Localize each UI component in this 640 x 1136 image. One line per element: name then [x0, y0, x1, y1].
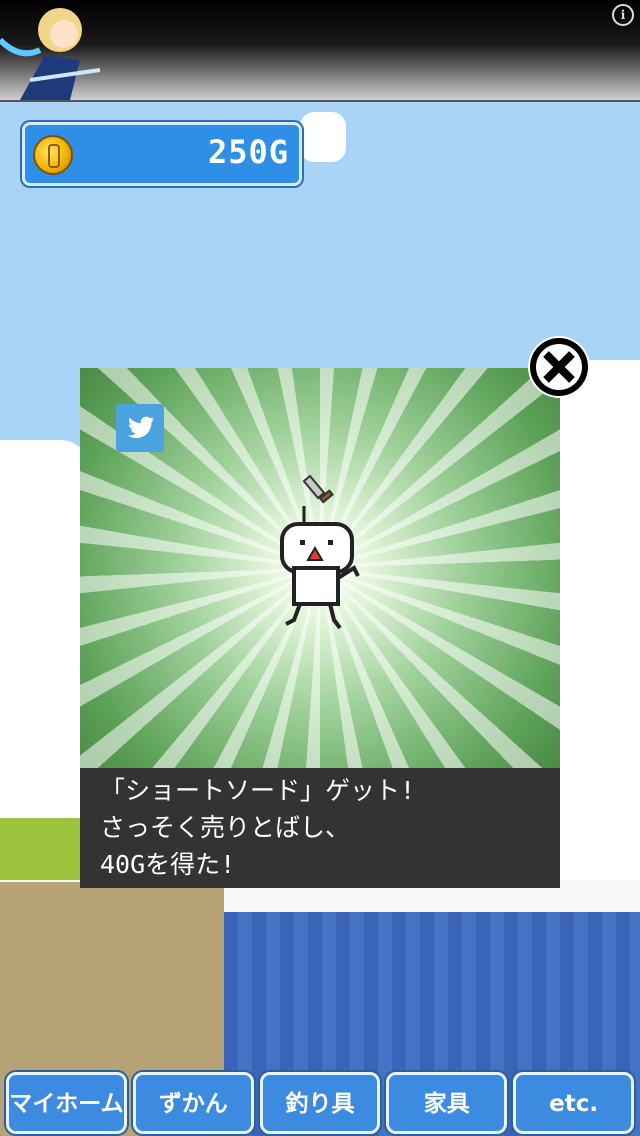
- close-x-icon: [530, 338, 588, 396]
- ad-character-image: [0, 8, 101, 100]
- cloud: [300, 112, 346, 162]
- nav-fishing-gear-button[interactable]: 釣り具: [259, 1072, 381, 1134]
- twitter-share-button[interactable]: [116, 404, 164, 452]
- caption-line: 「ショートソード」ゲット!: [100, 776, 416, 805]
- ad-info-icon[interactable]: i: [612, 4, 634, 26]
- caption-line: 40Gを得た!: [100, 850, 236, 879]
- result-message-box: 「ショートソード」ゲット! さっそく売りとばし、 40Gを得た!: [80, 768, 560, 888]
- catch-result-dialog: [80, 368, 560, 768]
- caption-line: さっそく売りとばし、: [100, 813, 351, 842]
- gold-counter: 250G: [22, 122, 302, 186]
- nav-encyclopedia-button[interactable]: ずかん: [132, 1072, 254, 1134]
- bottom-nav: マイホーム ずかん 釣り具 家具 etc.: [6, 1072, 634, 1136]
- ad-banner[interactable]: i: [0, 0, 640, 102]
- player-character: [280, 474, 360, 630]
- twitter-icon: [127, 416, 155, 438]
- short-sword-icon: [302, 474, 334, 504]
- coin-icon: [33, 135, 73, 175]
- close-button[interactable]: [528, 336, 590, 398]
- gold-value: 250G: [207, 133, 289, 171]
- grass-ground: [0, 818, 90, 882]
- cloud: [0, 440, 90, 840]
- nav-etc-button[interactable]: etc.: [513, 1072, 634, 1134]
- nav-furniture-button[interactable]: 家具: [386, 1072, 508, 1134]
- nav-my-home-button[interactable]: マイホーム: [6, 1072, 127, 1134]
- cloud: [560, 360, 640, 880]
